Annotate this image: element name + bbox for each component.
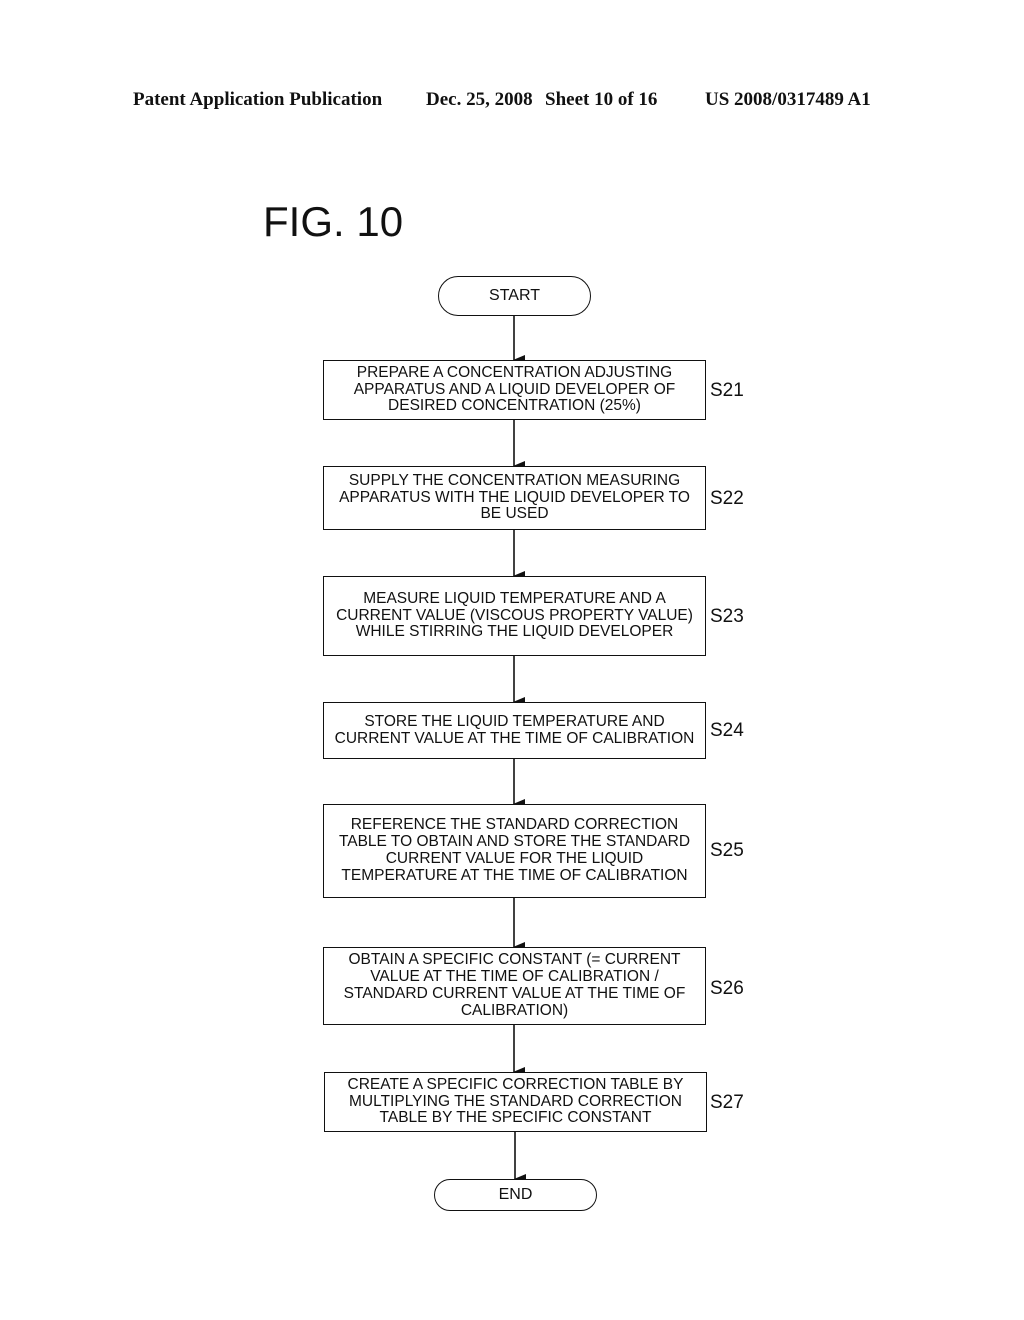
step-label-s22: S22 (710, 488, 744, 509)
step-box-s23: MEASURE LIQUID TEMPERATURE AND A CURRENT… (323, 576, 706, 656)
step-label-s25: S25 (710, 840, 744, 861)
step-box-s22: SUPPLY THE CONCENTRATION MEASURING APPAR… (323, 466, 706, 530)
step-box-s25: REFERENCE THE STANDARD CORRECTION TABLE … (323, 804, 706, 898)
step-label-s23: S23 (710, 606, 744, 627)
end-terminal: END (434, 1179, 597, 1211)
step-box-s24: STORE THE LIQUID TEMPERATURE AND CURRENT… (323, 702, 706, 759)
step-label-s24: S24 (710, 720, 744, 741)
step-box-s26: OBTAIN A SPECIFIC CONSTANT (= CURRENT VA… (323, 947, 706, 1025)
step-box-s27: CREATE A SPECIFIC CORRECTION TABLE BY MU… (324, 1072, 707, 1132)
step-label-s27: S27 (710, 1092, 744, 1113)
start-terminal: START (438, 276, 591, 316)
step-label-s26: S26 (710, 978, 744, 999)
step-label-s21: S21 (710, 380, 744, 401)
step-box-s21: PREPARE A CONCENTRATION ADJUSTING APPARA… (323, 360, 706, 420)
